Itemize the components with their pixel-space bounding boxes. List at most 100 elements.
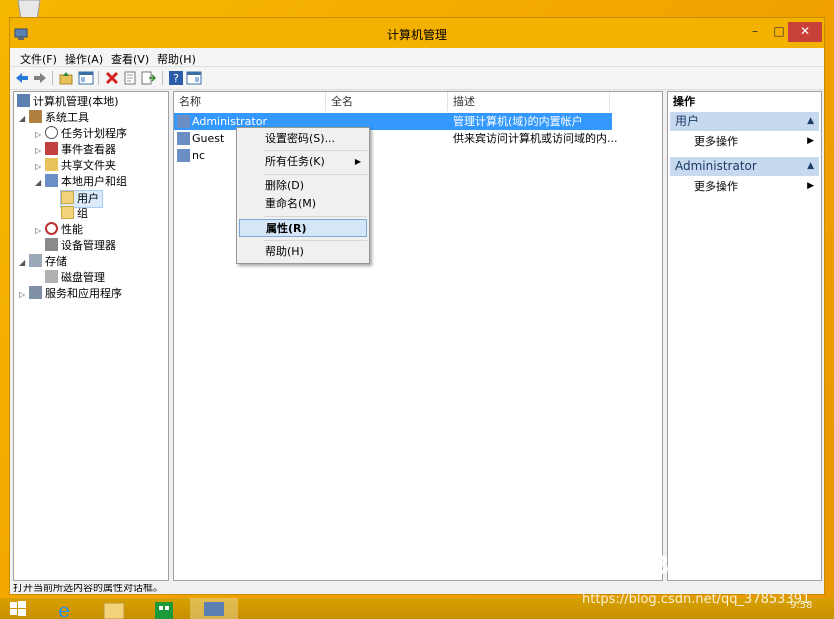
tree-item-label: 本地用户和组: [61, 175, 127, 188]
tree-item-local-users-groups[interactable]: ◢ 本地用户和组: [35, 174, 127, 190]
user-name: Guest: [192, 132, 225, 145]
forward-icon[interactable]: [32, 70, 48, 86]
column-header-fullname[interactable]: 全名: [326, 92, 448, 111]
column-header-empty: [610, 92, 662, 111]
tree-item-performance[interactable]: ▷ 性能: [35, 222, 83, 238]
more-actions-label: 更多操作: [694, 135, 738, 148]
tree-item-services-apps[interactable]: ▷ 服务和应用程序: [19, 286, 122, 302]
tree-pane: 计算机管理(本地) ◢ 系统工具 ▷ 任务计划程序 ▷ 事件查看器 ▷ 共享文件夹 ◢ 本…: [13, 91, 169, 581]
title-bar[interactable]: 计算机管理 – □ ✕: [10, 18, 824, 48]
tree-item-label: 用户: [77, 192, 99, 205]
tree-item-root[interactable]: 计算机管理(本地): [17, 94, 119, 110]
computer-management-window: 计算机管理 – □ ✕ 文件(F) 操作(A) 查看(V) 帮助(H) ? 计算…: [9, 17, 825, 595]
export-icon[interactable]: [140, 70, 156, 86]
user-icon: [177, 115, 190, 128]
tree-item-event-viewer[interactable]: ▷ 事件查看器: [35, 142, 116, 158]
folder-icon: [61, 191, 74, 204]
clock-icon: [45, 126, 58, 139]
show-action-pane-icon[interactable]: [186, 70, 202, 86]
brand-watermark: Baidu经验: [650, 551, 786, 581]
back-icon[interactable]: [14, 70, 30, 86]
expanded-arrow-icon[interactable]: ◢: [35, 175, 45, 191]
menu-item-set-password[interactable]: 设置密码(S)...: [239, 130, 367, 148]
properties-icon[interactable]: [122, 70, 138, 86]
close-button[interactable]: ✕: [788, 22, 822, 42]
computer-management-icon: [204, 602, 224, 616]
tree-item-label: 任务计划程序: [61, 127, 127, 140]
collapsed-arrow-icon[interactable]: ▷: [35, 143, 45, 159]
clock-time: 9:58: [790, 600, 813, 611]
user-description: 供来宾访问计算机或访问域的内...: [453, 132, 618, 145]
storage-icon: [29, 254, 42, 267]
tools-icon: [29, 110, 42, 123]
device-manager-icon: [45, 238, 58, 251]
menu-item-delete[interactable]: 删除(D): [239, 177, 367, 195]
tree-item-label: 服务和应用程序: [45, 287, 122, 300]
more-actions-users[interactable]: 更多操作 ▶: [670, 133, 819, 150]
internet-explorer-icon[interactable]: e: [52, 598, 76, 619]
user-icon: [177, 132, 190, 145]
menu-file[interactable]: 文件(F): [20, 51, 57, 67]
up-folder-icon[interactable]: [58, 70, 74, 86]
svg-text:?: ?: [173, 72, 179, 85]
actions-group-label: 用户: [675, 114, 700, 128]
tree-item-label: 设备管理器: [61, 239, 116, 252]
actions-group-users[interactable]: 用户 ▲: [670, 112, 819, 131]
collapsed-arrow-icon[interactable]: ▷: [35, 127, 45, 143]
start-windows-icon[interactable]: [8, 598, 28, 619]
taskbar-computer-management[interactable]: [190, 598, 238, 619]
menu-help[interactable]: 帮助(H): [157, 51, 196, 67]
tree-item-disk-management[interactable]: 磁盘管理: [45, 270, 105, 286]
menu-item-all-tasks[interactable]: 所有任务(K) ▶: [239, 153, 367, 171]
window-title: 计算机管理: [386, 28, 447, 42]
tree-item-label: 事件查看器: [61, 143, 116, 156]
menu-item-help[interactable]: 帮助(H): [239, 243, 367, 261]
actions-group-administrator[interactable]: Administrator ▲: [670, 157, 819, 176]
submenu-arrow-icon: ▶: [807, 181, 814, 191]
show-hide-tree-icon[interactable]: [78, 70, 94, 86]
tree-item-device-manager[interactable]: 设备管理器: [45, 238, 116, 254]
tree-item-label: 计算机管理(本地): [33, 95, 119, 108]
delete-icon[interactable]: [104, 70, 120, 86]
tree-item-label: 磁盘管理: [61, 271, 105, 284]
collapse-up-icon[interactable]: ▲: [807, 157, 814, 176]
users-icon: [45, 174, 58, 187]
performance-icon: [45, 222, 58, 235]
user-icon: [177, 149, 190, 162]
menu-action[interactable]: 操作(A): [65, 51, 103, 67]
file-explorer-icon[interactable]: [102, 598, 126, 619]
folder-icon: [61, 206, 74, 219]
column-header-name[interactable]: 名称: [174, 92, 326, 111]
actions-group-label: Administrator: [675, 159, 757, 173]
collapsed-arrow-icon[interactable]: ▷: [35, 223, 45, 239]
menu-item-rename[interactable]: 重命名(M): [239, 195, 367, 213]
collapse-up-icon[interactable]: ▲: [807, 112, 814, 131]
tree-item-task-scheduler[interactable]: ▷ 任务计划程序: [35, 126, 127, 142]
actions-pane: 操作 用户 ▲ 更多操作 ▶ Administrator ▲ 更多操作 ▶: [667, 91, 822, 581]
tree-item-groups[interactable]: 组: [61, 206, 88, 222]
minimize-button[interactable]: –: [742, 22, 768, 42]
tree-item-label: 组: [77, 207, 88, 220]
tree-item-storage[interactable]: ◢ 存储: [19, 254, 67, 270]
actions-header: 操作: [673, 95, 695, 108]
menu-view[interactable]: 查看(V): [111, 51, 149, 67]
svg-text:e: e: [58, 598, 70, 619]
tree-item-label: 共享文件夹: [61, 159, 116, 172]
collapsed-arrow-icon[interactable]: ▷: [35, 159, 45, 175]
menu-bar: 文件(F) 操作(A) 查看(V) 帮助(H): [10, 48, 824, 66]
context-menu: 设置密码(S)... 所有任务(K) ▶ 删除(D) 重命名(M) 属性(R) …: [236, 127, 370, 264]
collapsed-arrow-icon[interactable]: ▷: [19, 287, 29, 303]
submenu-arrow-icon: ▶: [807, 136, 814, 146]
help-icon[interactable]: ?: [168, 70, 184, 86]
menu-item-properties[interactable]: 属性(R): [239, 219, 367, 237]
expanded-arrow-icon[interactable]: ◢: [19, 255, 29, 271]
column-header-description[interactable]: 描述: [448, 92, 610, 111]
expanded-arrow-icon[interactable]: ◢: [19, 111, 29, 127]
more-actions-administrator[interactable]: 更多操作 ▶: [670, 178, 819, 195]
tree-item-label: 系统工具: [45, 111, 89, 124]
more-actions-label: 更多操作: [694, 180, 738, 193]
event-viewer-icon: [45, 142, 58, 155]
tree-item-system-tools[interactable]: ◢ 系统工具: [19, 110, 89, 126]
tree-item-shared-folders[interactable]: ▷ 共享文件夹: [35, 158, 116, 174]
store-icon[interactable]: [152, 598, 176, 619]
